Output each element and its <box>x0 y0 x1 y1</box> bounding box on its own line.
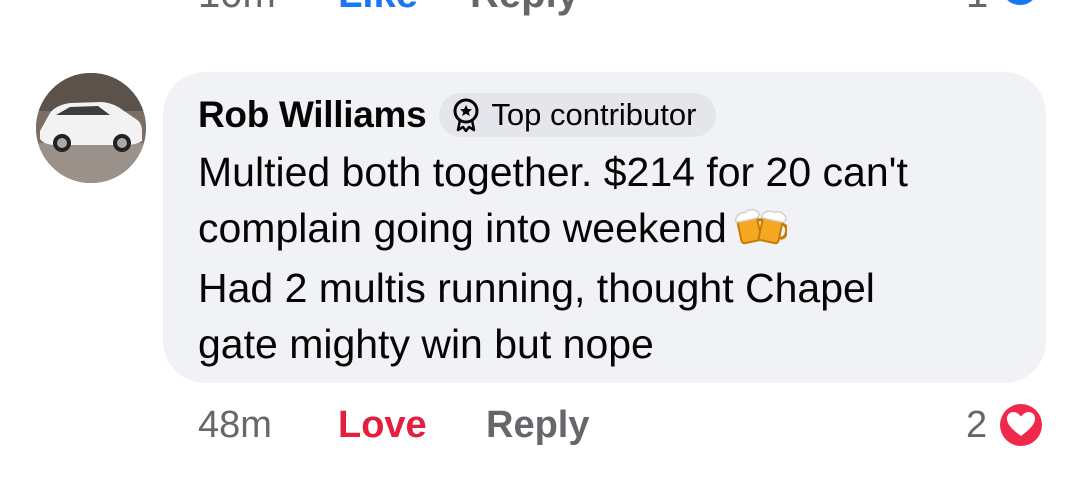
love-heart-icon[interactable] <box>996 400 1046 450</box>
previous-time-ago: 10m <box>198 0 276 14</box>
time-ago[interactable]: 48m <box>198 402 272 448</box>
comment-text-part-1: Multied both together. $214 for 20 can't… <box>198 149 908 251</box>
comment-text: Multied both together. $214 for 20 can't… <box>198 144 1028 372</box>
award-ribbon-icon <box>453 98 479 132</box>
beer-mugs-icon <box>733 204 789 260</box>
top-contributor-badge[interactable]: Top contributor <box>439 93 717 137</box>
author-name[interactable]: Rob Williams <box>198 94 427 136</box>
reply-button[interactable]: Reply <box>486 402 589 448</box>
badge-label: Top contributor <box>491 97 697 132</box>
like-reaction-icon[interactable] <box>998 0 1042 8</box>
comment-text-part-2: Had 2 multis running, thought Chapel gat… <box>198 265 875 367</box>
previous-reaction-count[interactable]: 1 <box>966 0 988 14</box>
previous-like-button[interactable]: Like <box>338 0 418 14</box>
previous-comment-actions: 10m Like Reply 1 <box>0 0 1080 14</box>
comment-actions: 48m Love Reply 2 <box>0 400 1080 450</box>
comment-bubble[interactable]: Rob Williams Top contributor Multied bot… <box>163 72 1046 383</box>
avatar-car-photo <box>36 73 146 183</box>
reaction-count[interactable]: 2 <box>966 402 987 448</box>
comment-header: Rob Williams Top contributor <box>198 92 717 138</box>
previous-reply-button[interactable]: Reply <box>470 0 579 14</box>
love-button[interactable]: Love <box>338 402 427 448</box>
avatar[interactable] <box>36 73 146 183</box>
